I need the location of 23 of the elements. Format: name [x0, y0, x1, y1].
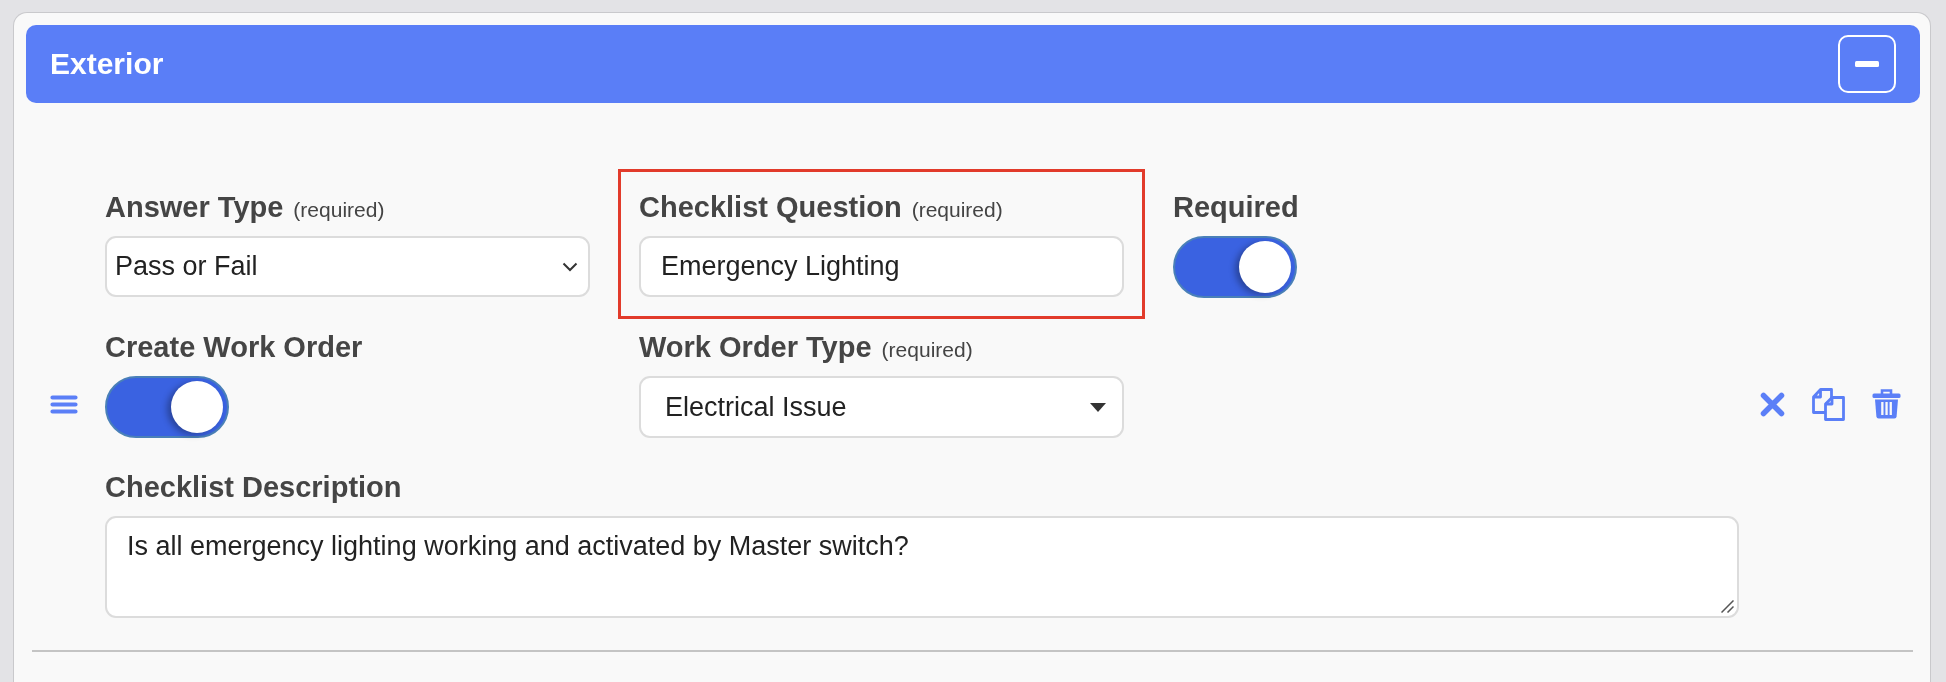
- trash-icon[interactable]: [1872, 389, 1901, 419]
- select-field[interactable]: Pass or Fail: [105, 236, 590, 297]
- collapse-button[interactable]: [1838, 35, 1896, 93]
- section-title: Exterior: [50, 47, 164, 81]
- dropdown-field[interactable]: Electrical Issue: [639, 376, 1124, 438]
- required-note: (required): [881, 337, 973, 363]
- required-note: (required): [293, 197, 385, 223]
- minus-icon: [1855, 61, 1879, 67]
- text-field[interactable]: Emergency Lighting: [639, 236, 1124, 297]
- chevron-down-icon: [562, 261, 578, 272]
- required-note: (required): [911, 197, 1003, 223]
- field-label: Checklist Question: [639, 190, 902, 224]
- textarea-field[interactable]: Is all emergency lighting working and activated by Master switch?: [105, 516, 1739, 618]
- hamburger-icon[interactable]: [50, 394, 78, 414]
- copy-icon[interactable]: [1812, 387, 1845, 421]
- close-icon[interactable]: [1760, 391, 1785, 417]
- field-label: Create Work Order: [105, 330, 363, 364]
- caret-down-icon: [1090, 402, 1106, 412]
- field-label: Work Order Type: [639, 330, 872, 364]
- field-label: Answer Type: [105, 190, 284, 224]
- field-label: Checklist Description: [105, 470, 402, 504]
- resize-grip-icon[interactable]: [1721, 600, 1734, 613]
- field-label: Required: [1173, 190, 1299, 224]
